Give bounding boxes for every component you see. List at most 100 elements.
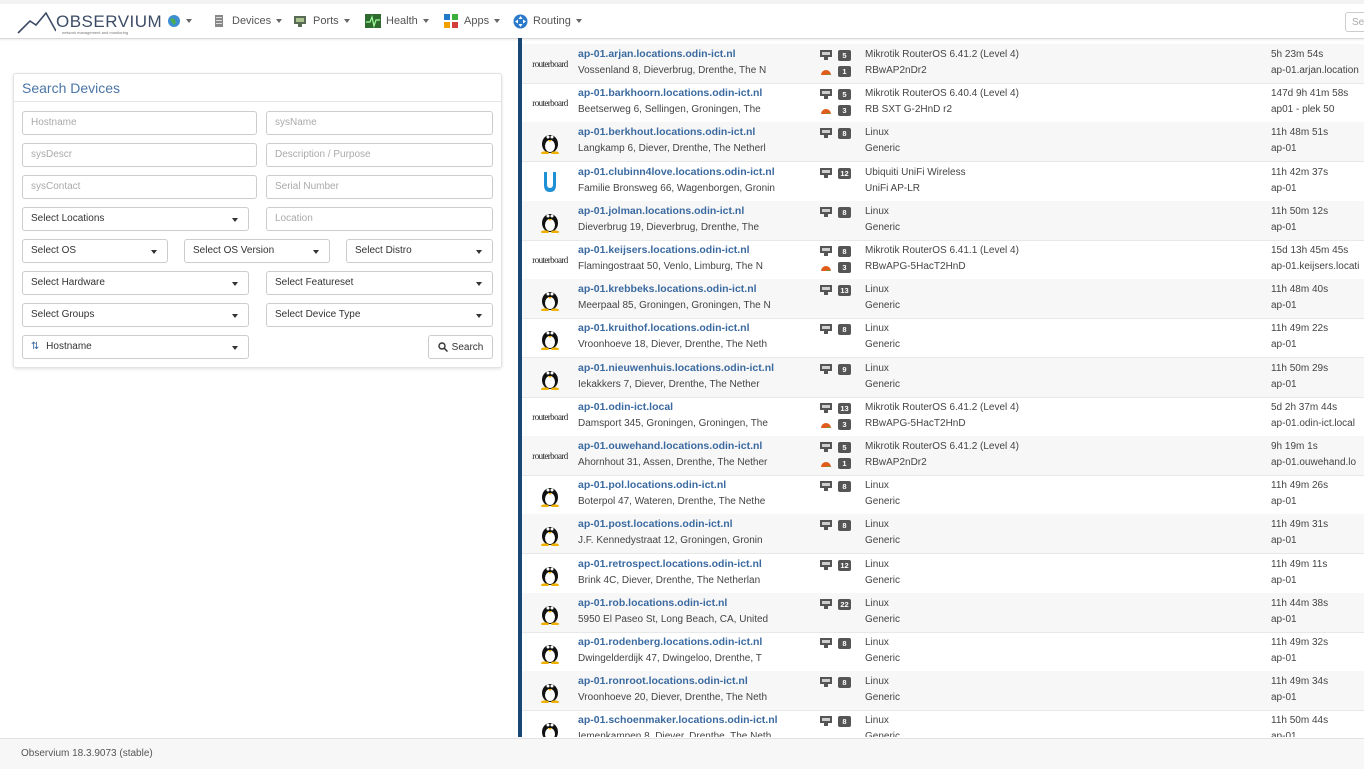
table-row[interactable]: ap-01.retrospect.locations.odin-ict.nl Br…: [522, 554, 1364, 594]
heartbeat-icon: [365, 14, 381, 28]
device-os: Linux: [865, 558, 889, 570]
device-hostname-link[interactable]: ap-01.jolman.locations.odin-ict.nl: [578, 205, 744, 217]
select-groups[interactable]: Select Groups: [22, 303, 249, 327]
device-sysname: ap-01.arjan.location: [1271, 65, 1359, 76]
select-featureset-label: Select Featureset: [275, 277, 354, 288]
select-os-version[interactable]: Select OS Version: [184, 239, 330, 263]
device-sysname: ap-01: [1271, 182, 1297, 194]
serial-number-input[interactable]: Serial Number: [266, 175, 493, 199]
device-hostname-link[interactable]: ap-01.krebbeks.locations.odin-ict.nl: [578, 283, 757, 295]
sysdescr-input[interactable]: sysDescr: [22, 143, 257, 167]
select-featureset[interactable]: Select Featureset: [266, 271, 493, 295]
device-hostname-link[interactable]: ap-01.pol.locations.odin-ict.nl: [578, 479, 726, 491]
linux-tux-icon: [541, 213, 559, 233]
table-row[interactable]: routerboard ap-01.arjan.locations.odin-ic…: [522, 44, 1364, 84]
device-hostname-link[interactable]: ap-01.retrospect.locations.odin-ict.nl: [578, 558, 762, 570]
table-row[interactable]: ap-01.clubinn4love.locations.odin-ict.nl…: [522, 162, 1364, 202]
nav-ports-label: Ports: [313, 15, 339, 27]
nav-apps[interactable]: Apps: [444, 4, 501, 38]
nav-ports[interactable]: Ports: [293, 4, 350, 38]
device-hostname-link[interactable]: ap-01.post.locations.odin-ict.nl: [578, 518, 733, 530]
nav-globe[interactable]: [167, 4, 192, 38]
device-os-icon: routerboard: [530, 405, 570, 429]
table-row[interactable]: ap-01.ronroot.locations.odin-ict.nl Vroon…: [522, 671, 1364, 712]
chevron-down-icon: [313, 250, 319, 254]
sysname-input[interactable]: sysName: [266, 111, 493, 135]
select-os[interactable]: Select OS: [22, 239, 168, 263]
device-os-icon: [530, 522, 570, 547]
device-os-icon: [530, 679, 570, 704]
table-row[interactable]: ap-01.berkhout.locations.odin-ict.nl Lang…: [522, 122, 1364, 163]
syscontact-input[interactable]: sysContact: [22, 175, 257, 199]
nav-routing[interactable]: Routing: [513, 4, 582, 38]
device-os: Linux: [865, 637, 889, 648]
device-hostname-link[interactable]: ap-01.kruithof.locations.odin-ict.nl: [578, 322, 750, 334]
table-row[interactable]: ap-01.rob.locations.odin-ict.nl 5950 El P…: [522, 592, 1364, 633]
device-uptime: 11h 44m 38s: [1271, 597, 1329, 609]
sensor-gauge-icon: [821, 266, 831, 271]
device-hostname-link[interactable]: ap-01.ronroot.locations.odin-ict.nl: [578, 675, 748, 687]
search-button[interactable]: Search: [428, 335, 493, 359]
hostname-input[interactable]: Hostname: [22, 111, 257, 135]
table-row[interactable]: ap-01.pol.locations.odin-ict.nl Boterpol …: [522, 475, 1364, 516]
table-row[interactable]: ap-01.rodenberg.locations.odin-ict.nl Dwi…: [522, 632, 1364, 672]
device-hostname-link[interactable]: ap-01.rodenberg.locations.odin-ict.nl: [578, 636, 762, 648]
device-hostname-link[interactable]: ap-01.barkhoorn.locations.odin-ict.nl: [578, 87, 762, 99]
select-distro[interactable]: Select Distro: [346, 239, 493, 263]
device-os-icon: [530, 601, 570, 625]
description-input[interactable]: Description / Purpose: [266, 143, 493, 167]
device-os-icon: [530, 483, 570, 508]
location-input[interactable]: Location: [266, 207, 493, 231]
network-port-icon: [294, 16, 306, 27]
port-icon: [820, 324, 832, 335]
device-sysname: ap-01: [1271, 496, 1297, 508]
nav-health[interactable]: Health: [365, 4, 429, 38]
device-sysname: ap-01: [1271, 653, 1297, 664]
device-os: Linux: [865, 323, 889, 335]
device-hostname-link[interactable]: ap-01.schoenmaker.locations.odin-ict.nl: [578, 714, 778, 726]
table-row[interactable]: routerboard ap-01.keijsers.locations.odin…: [522, 240, 1364, 280]
select-device-type[interactable]: Select Device Type: [266, 303, 493, 327]
device-os: Mikrotik RouterOS 6.41.2 (Level 4): [865, 49, 1019, 60]
table-row[interactable]: ap-01.jolman.locations.odin-ict.nl Diever…: [522, 200, 1364, 241]
device-hostname-link[interactable]: ap-01.ouwehand.locations.odin-ict.nl: [578, 440, 762, 452]
sort-alpha-icon: ⇅: [31, 341, 40, 352]
version-text: Observium 18.3.9073 (stable): [21, 748, 153, 759]
sort-select[interactable]: ⇅ Hostname: [22, 335, 249, 359]
chevron-down-icon: [232, 218, 238, 222]
device-hostname-link[interactable]: ap-01.nieuwenhuis.locations.odin-ict.nl: [578, 362, 774, 374]
select-locations[interactable]: Select Locations: [22, 207, 249, 231]
device-hostname-link[interactable]: ap-01.rob.locations.odin-ict.nl: [578, 597, 727, 609]
device-os: Mikrotik RouterOS 6.41.2 (Level 4): [865, 441, 1019, 452]
table-row[interactable]: ap-01.krebbeks.locations.odin-ict.nl Meer…: [522, 279, 1364, 320]
device-sysname: ap-01: [1271, 339, 1297, 351]
nav-devices[interactable]: Devices: [212, 4, 283, 38]
device-hostname-link[interactable]: ap-01.arjan.locations.odin-ict.nl: [578, 48, 736, 60]
device-hostname-link[interactable]: ap-01.odin-ict.local: [578, 401, 673, 413]
device-hardware: Generic: [865, 731, 901, 737]
table-row[interactable]: routerboard ap-01.odin-ict.local Damsport …: [522, 397, 1364, 437]
observium-logo[interactable]: OBSERVIUM network management and monitor…: [16, 9, 162, 35]
device-os-icon: [530, 130, 570, 155]
chevron-down-icon: [476, 314, 482, 318]
device-hostname-link[interactable]: ap-01.berkhout.locations.odin-ict.nl: [578, 126, 755, 138]
table-row[interactable]: ap-01.schoenmaker.locations.odin-ict.nl I…: [522, 710, 1364, 737]
chevron-down-icon: [232, 346, 238, 350]
chevron-down-icon: [476, 282, 482, 286]
port-icon: [820, 481, 832, 492]
table-row[interactable]: ap-01.kruithof.locations.odin-ict.nl Vroo…: [522, 318, 1364, 359]
table-row[interactable]: ap-01.post.locations.odin-ict.nl J.F. Ken…: [522, 514, 1364, 555]
device-list: routerboard ap-01.arjan.locations.odin-ic…: [518, 38, 1364, 737]
device-sysname: ap-01.odin-ict.local: [1271, 417, 1355, 429]
table-row[interactable]: routerboard ap-01.ouwehand.locations.odin…: [522, 436, 1364, 476]
global-search-input[interactable]: Se: [1345, 12, 1364, 32]
device-os-icon: routerboard: [530, 248, 570, 272]
linux-tux-icon: [541, 135, 559, 155]
sensor-gauge-icon: [821, 422, 831, 428]
table-row[interactable]: routerboard ap-01.barkhoorn.locations.odi…: [522, 83, 1364, 124]
select-hardware[interactable]: Select Hardware: [22, 271, 249, 295]
device-hostname-link[interactable]: ap-01.keijsers.locations.odin-ict.nl: [578, 244, 750, 256]
server-icon: [215, 15, 223, 27]
device-hostname-link[interactable]: ap-01.clubinn4love.locations.odin-ict.nl: [578, 166, 775, 178]
table-row[interactable]: ap-01.nieuwenhuis.locations.odin-ict.nl I…: [522, 357, 1364, 398]
